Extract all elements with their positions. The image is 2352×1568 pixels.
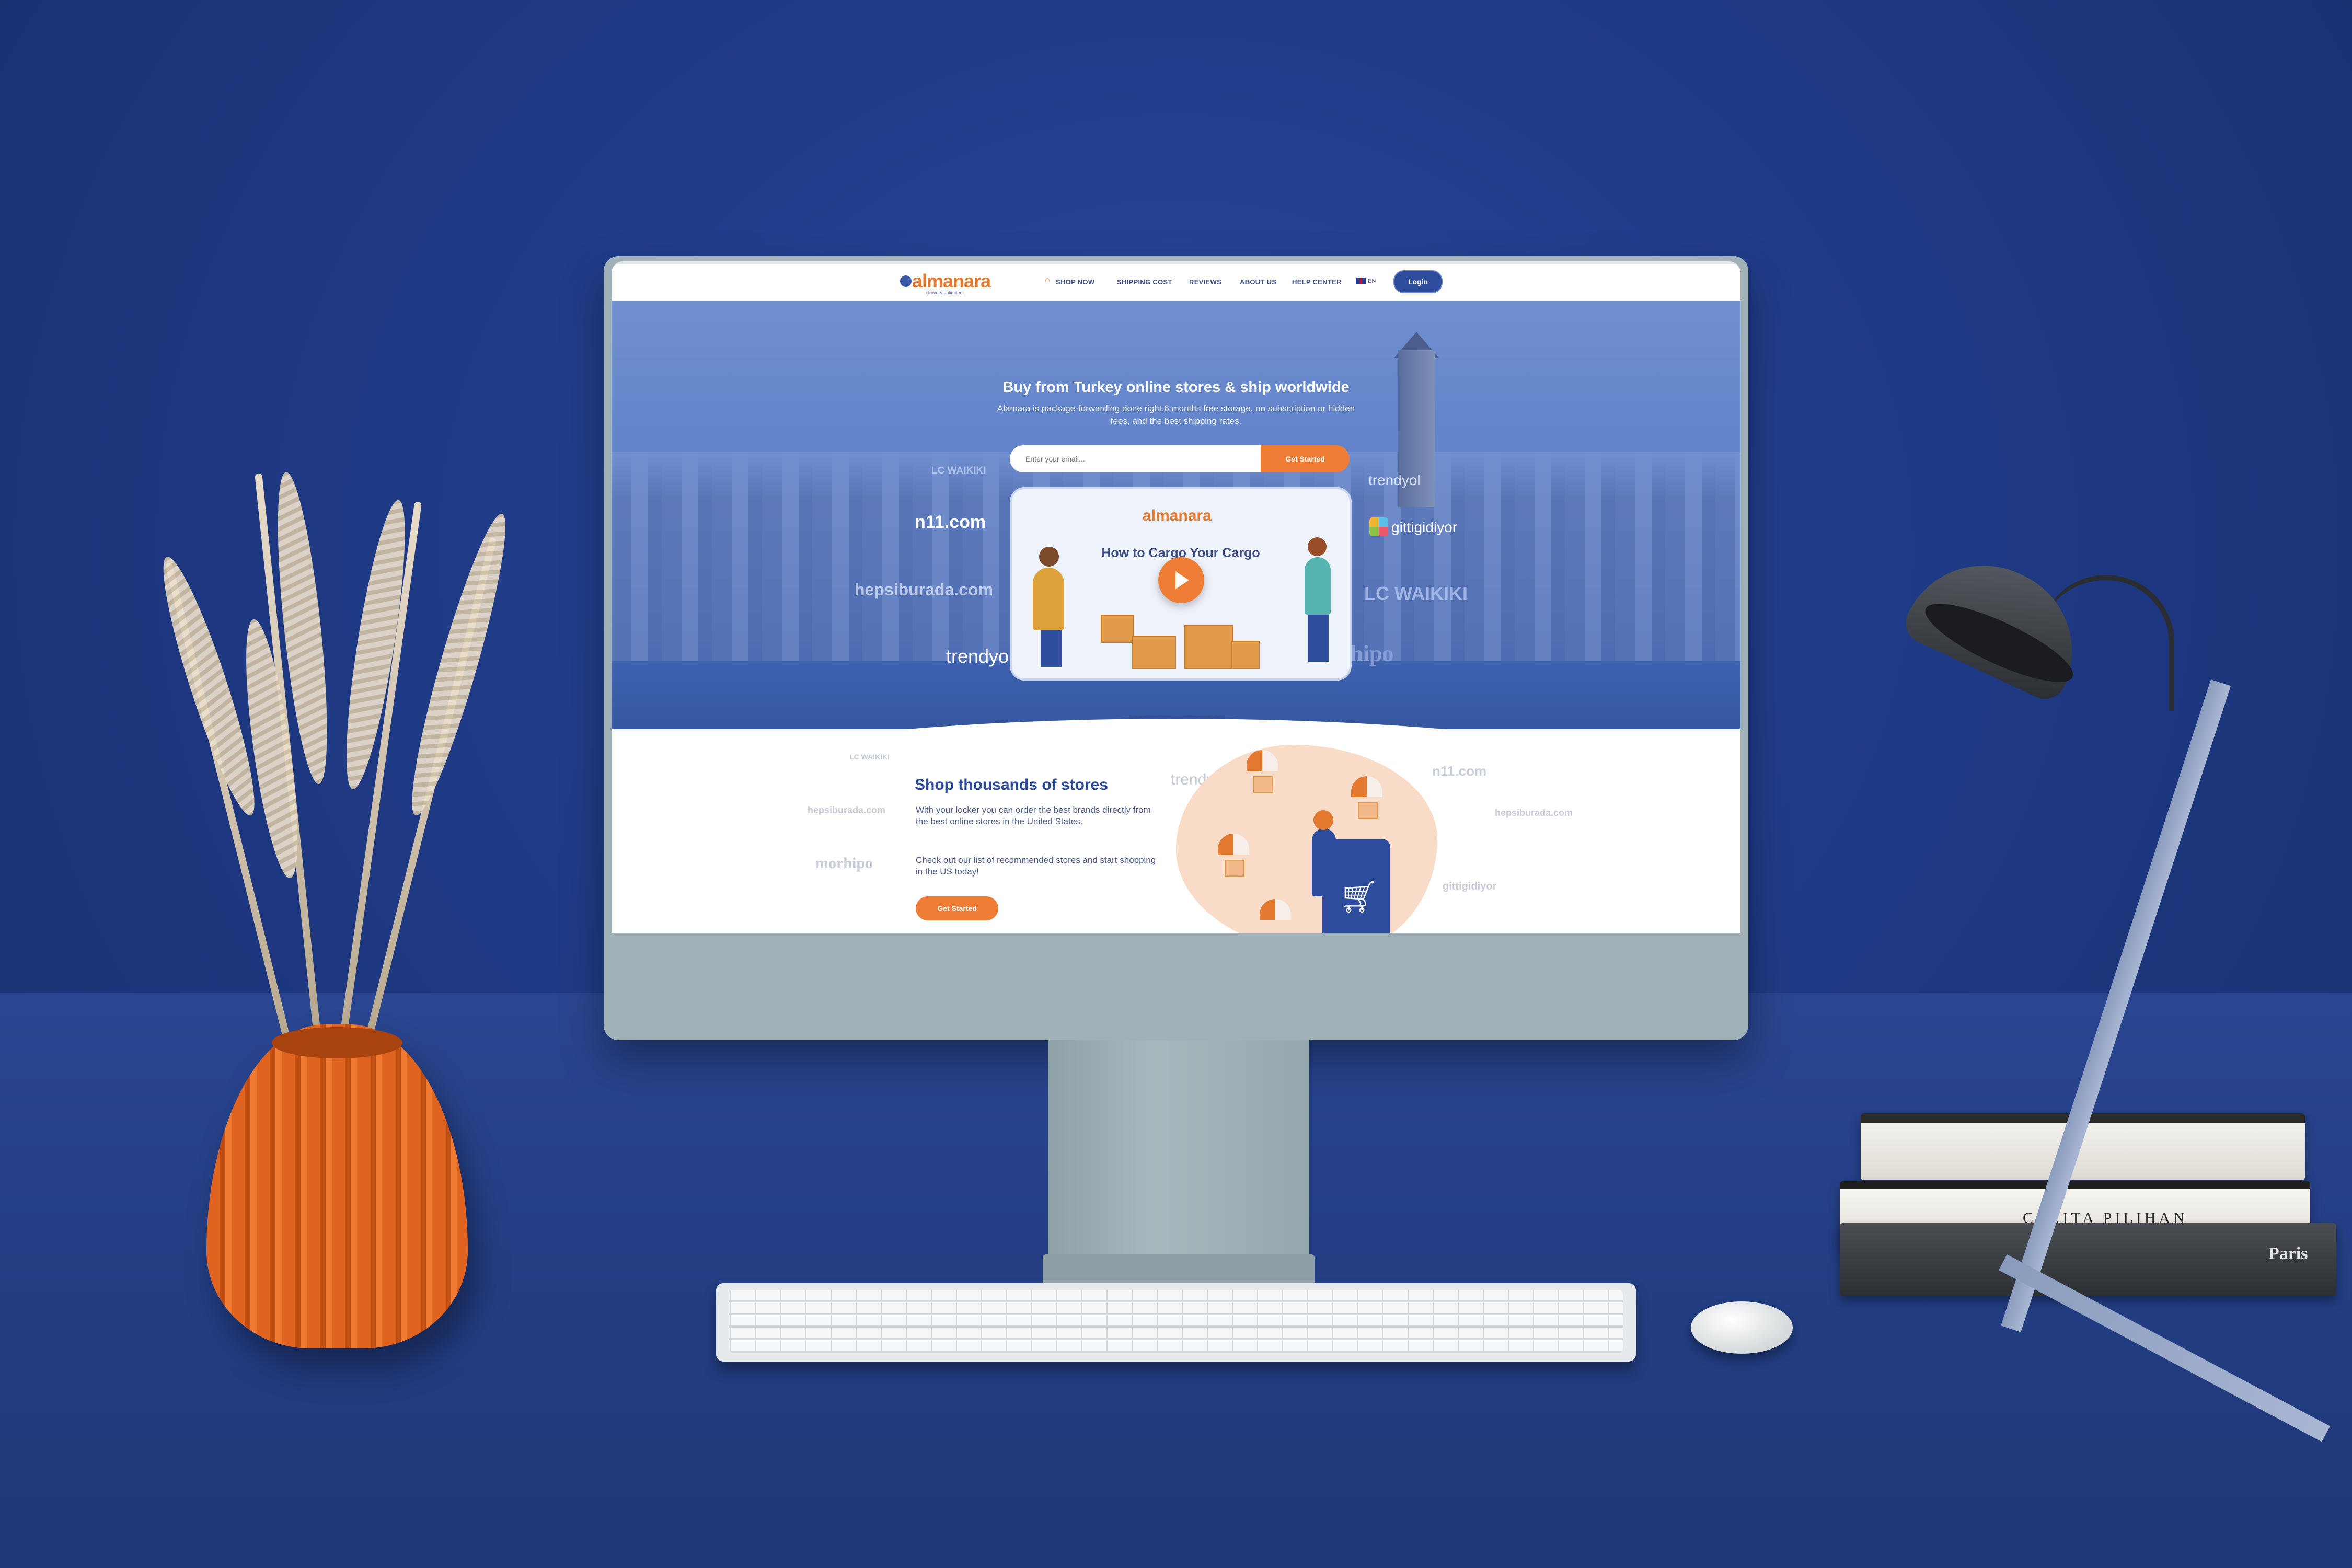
nav-shipping-cost[interactable]: SHIPPING COST <box>1117 278 1172 286</box>
section-text-1: With your locker you can order the best … <box>916 805 1151 826</box>
nav-about-us[interactable]: ABOUT US <box>1240 278 1276 286</box>
faint-brand-gittigidiyor: gittigidiyor <box>1443 881 1497 892</box>
section-text-2: Check out our list of recommended stores… <box>916 855 1156 877</box>
login-button[interactable]: Login <box>1393 270 1443 293</box>
keyboard-keys <box>729 1290 1623 1353</box>
brand-lcwaikiki-2: LC WAIKIKI <box>1364 583 1468 604</box>
brand-trendyol: trendyol <box>946 645 1013 667</box>
get-started-button[interactable]: Get Started <box>1261 445 1350 472</box>
brand-n11: n11.com <box>915 512 986 532</box>
brand-lcwaikiki: LC WAIKIKI <box>931 465 986 476</box>
nav-shop-now[interactable]: SHOP NOW <box>1056 278 1094 286</box>
faint-brand-hepsiburada-2: hepsiburada.com <box>1495 808 1573 818</box>
nav-reviews[interactable]: REVIEWS <box>1189 278 1221 286</box>
monitor-stand <box>1048 1040 1309 1275</box>
home-icon[interactable]: ⌂ <box>1045 276 1052 284</box>
faint-brand-n11: n11.com <box>1432 763 1487 779</box>
hero-banner: Buy from Turkey online stores & ship wor… <box>612 301 1740 823</box>
monitor-stand-foot <box>1043 1254 1315 1286</box>
shopping-cart-icon: 🛒︎ <box>1339 879 1379 914</box>
hero-title: Buy from Turkey online stores & ship wor… <box>1002 379 1350 396</box>
parcel-box <box>1101 615 1134 643</box>
section-get-started-button[interactable]: Get Started <box>916 896 998 920</box>
video-card[interactable]: almanara How to Cargo Your Cargo <box>1010 487 1352 681</box>
section-title: Shop thousands of stores <box>915 776 1109 793</box>
faint-brand-lcw: LC WAIKIKI <box>849 753 890 761</box>
brand-gittigidiyor: gittigidiyor <box>1391 519 1458 535</box>
book-spine-text-2: Paris <box>2268 1244 2308 1263</box>
faint-brand-hepsiburada: hepsiburada.com <box>808 805 886 815</box>
logo-tagline: delivery unlimited <box>926 290 963 295</box>
monitor-screen: almanara delivery unlimited ⌂ SHOP NOW S… <box>612 264 1740 933</box>
email-input[interactable] <box>1010 445 1261 472</box>
book-bottom: Paris <box>1840 1223 2336 1296</box>
uk-flag-icon[interactable] <box>1356 278 1366 284</box>
receiver-figure <box>1305 557 1331 615</box>
site-logo[interactable]: almanara <box>912 270 991 292</box>
vase-opening <box>272 1027 402 1058</box>
faint-brand-morhipo: morhipo <box>815 855 873 872</box>
brand-hepsiburada: hepsiburada.com <box>855 580 993 599</box>
language-selector[interactable]: EN <box>1368 278 1376 284</box>
mouse <box>1691 1301 1793 1354</box>
courier-figure <box>1033 568 1064 630</box>
site-navbar: almanara delivery unlimited ⌂ SHOP NOW S… <box>612 264 1740 301</box>
video-logo: almanara <box>1143 507 1212 524</box>
brand-trendyol-2: trendyol <box>1368 472 1421 488</box>
play-icon <box>1175 571 1189 589</box>
hero-subtitle: Alamara is package-forwarding done right… <box>997 403 1355 426</box>
gittigidiyor-icon <box>1369 517 1388 536</box>
logo-icon <box>900 275 912 287</box>
nav-help-center[interactable]: HELP CENTER <box>1292 278 1342 286</box>
